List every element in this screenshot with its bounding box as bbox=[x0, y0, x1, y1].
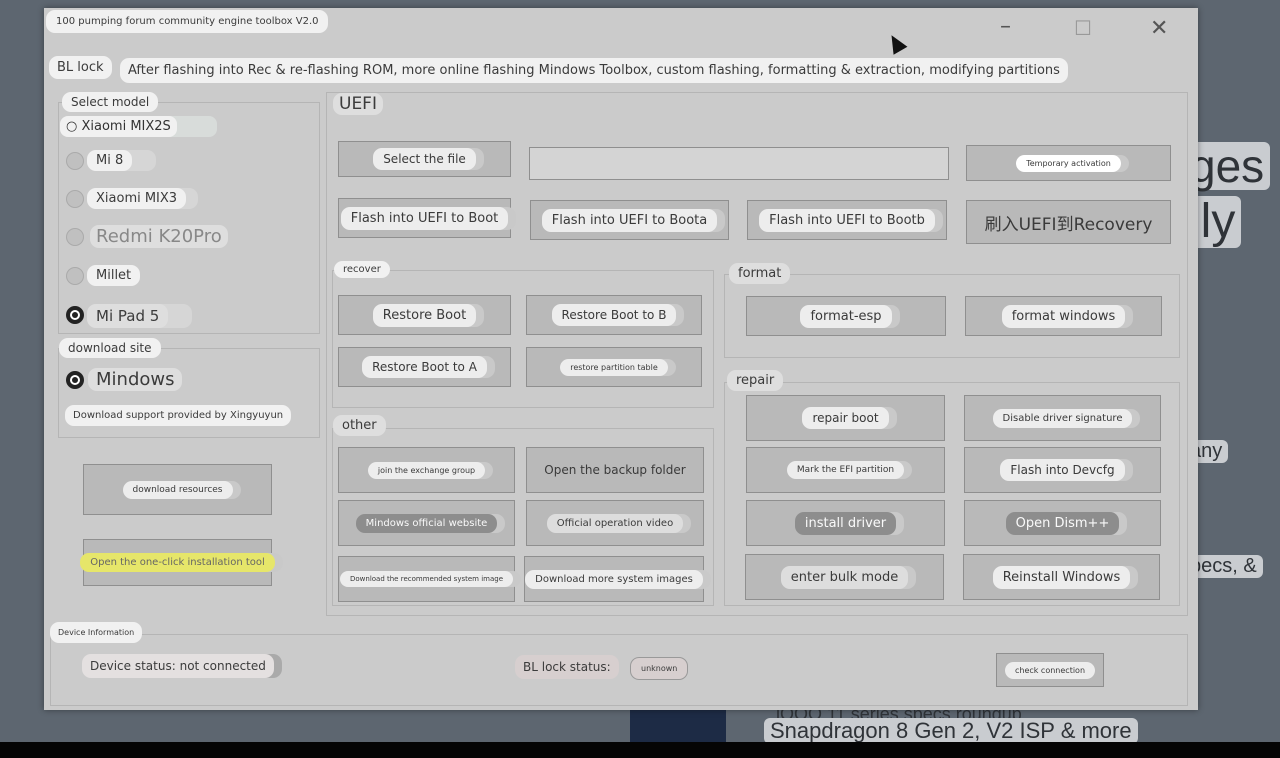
button-label: Flash into UEFI to Bootb bbox=[759, 208, 935, 232]
background-thumbnail bbox=[630, 708, 726, 744]
bl-lock-status-label: BL lock status: bbox=[515, 655, 619, 679]
button-label: 刷入UEFI到Recovery bbox=[984, 214, 1153, 235]
recover-label: recover bbox=[334, 261, 390, 278]
button-label: Flash into UEFI to Boota bbox=[541, 208, 718, 232]
radio-millet[interactable] bbox=[66, 267, 84, 285]
button-label: Mark the EFI partition bbox=[786, 461, 905, 479]
radio-label: Mi Pad 5 bbox=[87, 304, 169, 328]
flash-uefi-recovery-button[interactable]: 刷入UEFI到Recovery bbox=[966, 200, 1171, 244]
reinstall-windows-button[interactable]: Reinstall Windows bbox=[963, 554, 1160, 600]
file-path-input[interactable] bbox=[529, 147, 949, 180]
button-label: join the exchange group bbox=[367, 461, 486, 479]
radio-redmi-k20pro[interactable] bbox=[66, 228, 84, 246]
radio-label: Xiaomi MIX2S bbox=[81, 119, 171, 134]
disable-driver-signature-button[interactable]: Disable driver signature bbox=[964, 395, 1161, 441]
button-label: install driver bbox=[794, 511, 897, 535]
radio-mindows[interactable] bbox=[66, 371, 84, 389]
repair-label: repair bbox=[727, 370, 784, 391]
button-label: download resources bbox=[122, 480, 233, 499]
other-label: other bbox=[333, 415, 386, 436]
recover-group bbox=[332, 270, 714, 408]
description-banner: After flashing into Rec & re-flashing RO… bbox=[120, 58, 1068, 83]
radio-mi-pad-5[interactable] bbox=[66, 306, 84, 324]
check-connection-button[interactable]: check connection bbox=[996, 653, 1104, 687]
temporary-activation-button[interactable]: Temporary activation bbox=[966, 145, 1171, 181]
format-windows-button[interactable]: format windows bbox=[965, 296, 1162, 336]
button-label: Mindows official website bbox=[355, 513, 498, 533]
device-status: Device status: not connected bbox=[82, 654, 274, 678]
button-label: Flash into UEFI to Boot bbox=[340, 206, 509, 230]
button-label: Reinstall Windows bbox=[992, 565, 1131, 589]
button-label: Open the backup folder bbox=[544, 463, 686, 477]
close-button[interactable]: ✕ bbox=[1150, 16, 1168, 41]
flash-uefi-bootb-button[interactable]: Flash into UEFI to Bootb bbox=[747, 200, 947, 240]
select-model-label: Select model bbox=[62, 92, 159, 112]
button-label: Download more system images bbox=[525, 569, 703, 589]
uefi-label: UEFI bbox=[333, 93, 383, 115]
button-label: Disable driver signature bbox=[992, 408, 1133, 428]
format-label: format bbox=[729, 263, 791, 284]
radio-label: Xiaomi MIX3 bbox=[87, 188, 187, 209]
restore-boot-a-button[interactable]: Restore Boot to A bbox=[338, 347, 511, 387]
open-backup-folder-button[interactable]: Open the backup folder bbox=[526, 447, 704, 493]
button-label: enter bulk mode bbox=[780, 565, 909, 589]
background-text: Snapdragon 8 Gen 2, V2 ISP & more bbox=[764, 718, 1138, 744]
button-label: Official operation video bbox=[546, 513, 684, 533]
button-label: format-esp bbox=[800, 304, 892, 328]
button-label: Restore Boot bbox=[372, 303, 477, 327]
button-label: Restore Boot to A bbox=[362, 356, 487, 378]
restore-partition-table-button[interactable]: restore partition table bbox=[526, 347, 702, 387]
restore-boot-b-button[interactable]: Restore Boot to B bbox=[526, 295, 702, 335]
radio-mi-8[interactable] bbox=[66, 152, 84, 170]
official-website-button[interactable]: Mindows official website bbox=[338, 500, 515, 546]
download-resources-button[interactable]: download resources bbox=[83, 464, 272, 515]
enter-bulk-mode-button[interactable]: enter bulk mode bbox=[745, 554, 944, 600]
button-label: Restore Boot to B bbox=[551, 304, 677, 326]
install-driver-button[interactable]: install driver bbox=[746, 500, 945, 546]
button-label: Open Dism++ bbox=[1005, 511, 1120, 535]
maximize-button[interactable]: ☐ bbox=[1074, 16, 1092, 40]
open-dism-button[interactable]: Open Dism++ bbox=[964, 500, 1161, 546]
radio-xiaomi-mix3[interactable] bbox=[66, 190, 84, 208]
one-click-installation-button[interactable]: Open the one-click installation tool bbox=[80, 539, 275, 586]
button-label: Select the file bbox=[373, 148, 476, 170]
flash-uefi-boota-button[interactable]: Flash into UEFI to Boota bbox=[530, 200, 729, 240]
device-info-label: Device Information bbox=[50, 622, 143, 643]
button-label: restore partition table bbox=[560, 358, 668, 376]
radio-label: Mi 8 bbox=[87, 150, 133, 171]
tab-bl-lock[interactable]: BL lock bbox=[49, 56, 112, 79]
more-images-button[interactable]: Download more system images bbox=[524, 556, 704, 602]
button-label: check connection bbox=[1004, 661, 1096, 679]
join-group-button[interactable]: join the exchange group bbox=[338, 447, 515, 493]
select-file-button[interactable]: Select the file bbox=[338, 141, 511, 177]
window-title: 100 pumping forum community engine toolb… bbox=[46, 10, 329, 33]
mark-efi-partition-button[interactable]: Mark the EFI partition bbox=[746, 447, 945, 493]
radio-label: Redmi K20Pro bbox=[90, 225, 228, 248]
download-support-text: Download support provided by Xingyuyun bbox=[65, 405, 292, 426]
screen-bezel bbox=[0, 742, 1280, 758]
button-label: Flash into Devcfg bbox=[1000, 459, 1125, 481]
button-label: repair boot bbox=[802, 407, 889, 429]
button-label: Temporary activation bbox=[1016, 154, 1121, 172]
download-site-label: download site bbox=[59, 338, 161, 358]
bl-lock-status-value: unknown bbox=[630, 657, 689, 680]
recommended-image-button[interactable]: Download the recommended system image bbox=[338, 556, 515, 602]
restore-boot-button[interactable]: Restore Boot bbox=[338, 295, 511, 335]
toolbox-window: 100 pumping forum community engine toolb… bbox=[44, 8, 1198, 710]
flash-devcfg-button[interactable]: Flash into Devcfg bbox=[964, 447, 1161, 493]
format-esp-button[interactable]: format-esp bbox=[746, 296, 946, 336]
radio-label: Millet bbox=[87, 265, 141, 286]
button-label: format windows bbox=[1001, 304, 1126, 328]
operation-video-button[interactable]: Official operation video bbox=[526, 500, 704, 546]
button-label: Download the recommended system image bbox=[339, 571, 514, 587]
minimize-button[interactable]: – bbox=[1000, 14, 1011, 39]
flash-uefi-boot-button[interactable]: Flash into UEFI to Boot bbox=[338, 198, 511, 238]
button-label: Open the one-click installation tool bbox=[80, 553, 275, 572]
repair-boot-button[interactable]: repair boot bbox=[746, 395, 945, 441]
radio-xiaomi-mix2s[interactable]: ○ Xiaomi MIX2S bbox=[60, 116, 177, 137]
radio-label: Mindows bbox=[88, 368, 183, 391]
